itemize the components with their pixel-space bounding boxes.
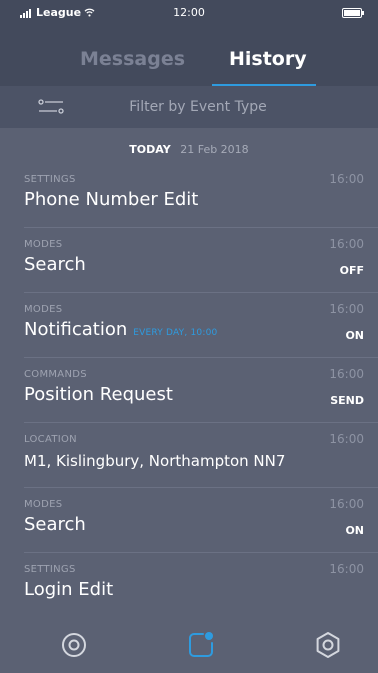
tab-history[interactable]: History xyxy=(229,48,307,70)
event-title: Login Edit xyxy=(24,579,114,600)
event-time: 16:00 xyxy=(329,562,364,576)
event-category: SETTINGS xyxy=(24,174,76,185)
bottom-nav xyxy=(0,617,378,673)
day-header: TODAY 21 Feb 2018 xyxy=(0,143,378,156)
event-category: COMMANDS xyxy=(24,369,87,380)
filter-placeholder[interactable]: Filter by Event Type xyxy=(0,99,378,115)
day-label: TODAY xyxy=(129,143,171,156)
tab-bar: Messages History xyxy=(0,26,378,87)
filter-bar[interactable]: Filter by Event Type xyxy=(0,86,378,128)
event-title-wrap: Notification EVERY DAY, 10:00 xyxy=(24,319,217,340)
event-time: 16:00 xyxy=(329,302,364,316)
event-action: OFF xyxy=(339,264,364,277)
history-row[interactable]: COMMANDS 16:00 Position Request SEND xyxy=(0,358,378,423)
event-title: Search xyxy=(24,514,86,535)
event-time: 16:00 xyxy=(329,497,364,511)
event-action: SEND xyxy=(330,394,364,407)
event-time: 16:00 xyxy=(329,172,364,186)
history-row[interactable]: LOCATION 16:00 M1, Kislingbury, Northamp… xyxy=(0,423,378,488)
event-time: 16:00 xyxy=(329,432,364,446)
event-title: Phone Number Edit xyxy=(24,189,199,210)
event-title: Notification xyxy=(24,319,128,340)
status-time: 12:00 xyxy=(173,6,205,19)
event-time: 16:00 xyxy=(329,237,364,251)
history-row[interactable]: SETTINGS 16:00 Login Edit xyxy=(0,553,378,618)
event-category: MODES xyxy=(24,239,63,250)
history-row[interactable]: SETTINGS 16:00 Phone Number Edit xyxy=(0,163,378,228)
tab-messages[interactable]: Messages xyxy=(80,48,185,70)
hexagon-settings-icon[interactable] xyxy=(314,631,342,659)
event-action: ON xyxy=(345,524,364,537)
event-category: MODES xyxy=(24,499,63,510)
event-action: ON xyxy=(345,329,364,342)
event-title: Search xyxy=(24,254,86,275)
history-row[interactable]: MODES 16:00 Notification EVERY DAY, 10:00… xyxy=(0,293,378,358)
event-category: SETTINGS xyxy=(24,564,76,575)
day-date: 21 Feb 2018 xyxy=(180,143,249,156)
notification-square-icon[interactable] xyxy=(187,631,215,659)
target-icon[interactable] xyxy=(60,631,88,659)
event-title: Position Request xyxy=(24,384,173,405)
event-title: M1, Kislingbury, Northampton NN7 xyxy=(24,452,286,470)
battery-icon xyxy=(342,8,364,18)
status-bar: League 12:00 xyxy=(0,0,378,26)
history-row[interactable]: MODES 16:00 Search ON xyxy=(0,488,378,553)
event-category: MODES xyxy=(24,304,63,315)
event-category: LOCATION xyxy=(24,434,77,445)
event-schedule: EVERY DAY, 10:00 xyxy=(133,328,218,338)
event-time: 16:00 xyxy=(329,367,364,381)
history-row[interactable]: MODES 16:00 Search OFF xyxy=(0,228,378,293)
